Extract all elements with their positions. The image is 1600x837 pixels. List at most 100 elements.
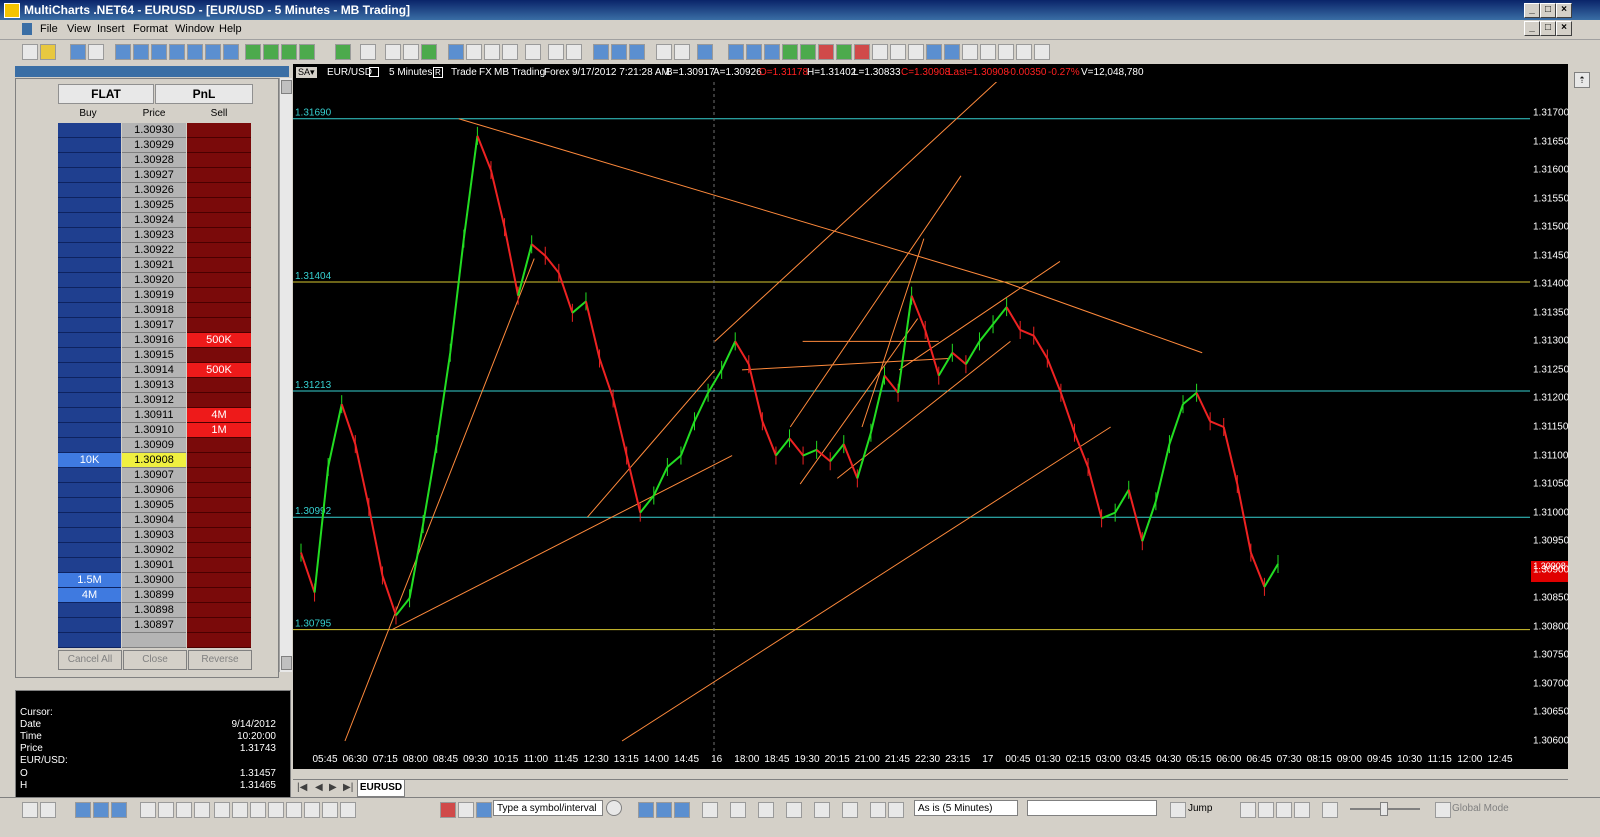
dom-buy-cell[interactable] <box>58 288 121 303</box>
dom-sell-cell[interactable] <box>187 483 251 498</box>
insert-study-icon[interactable] <box>245 44 261 60</box>
mdi-minimize-button[interactable]: _ <box>1524 21 1540 36</box>
zoom-out-icon[interactable] <box>611 44 627 60</box>
dom-buy-cell[interactable] <box>58 393 121 408</box>
dom-sell-cell[interactable] <box>187 603 251 618</box>
dom-buy-cell[interactable] <box>58 153 121 168</box>
yearly-chart-icon[interactable] <box>870 802 886 818</box>
trendline[interactable] <box>789 175 962 428</box>
dom-sell-cell[interactable] <box>187 543 251 558</box>
arc-tool-icon[interactable] <box>286 802 302 818</box>
range-chart-icon[interactable] <box>674 802 690 818</box>
dom-buy-cell[interactable] <box>58 318 121 333</box>
ray-tool-icon[interactable] <box>40 802 56 818</box>
minute-chart-icon[interactable] <box>702 802 718 818</box>
glasses-icon[interactable] <box>1016 44 1032 60</box>
dom-buy-cell[interactable] <box>58 198 121 213</box>
realtime-icon[interactable]: R <box>433 67 443 78</box>
menu-format[interactable]: Format <box>133 23 168 35</box>
dom-sell-cell[interactable] <box>187 228 251 243</box>
dom-buy-cell[interactable] <box>58 543 121 558</box>
delete-drawings-icon[interactable] <box>476 802 492 818</box>
menu-insert[interactable]: Insert <box>97 23 125 35</box>
compress-icon[interactable] <box>764 44 780 60</box>
gann-tool-icon[interactable] <box>111 802 127 818</box>
rectangle-tool-icon[interactable] <box>232 802 248 818</box>
dom-buy-cell[interactable] <box>58 228 121 243</box>
magnify-minus-icon[interactable] <box>944 44 960 60</box>
dom-buy-cell[interactable] <box>58 483 121 498</box>
trendline[interactable] <box>861 238 925 428</box>
dom-sell-cell[interactable]: 500K <box>187 333 251 348</box>
expand-icon[interactable] <box>782 44 798 60</box>
bar-chart-icon[interactable] <box>385 44 401 60</box>
optimize-icon[interactable] <box>335 44 351 60</box>
portfolio-icon[interactable] <box>187 44 203 60</box>
reverse-button[interactable]: Reverse <box>188 650 252 670</box>
scroll-left-icon[interactable] <box>728 44 744 60</box>
cycle-tool-icon[interactable] <box>214 802 230 818</box>
scroll-right-icon[interactable] <box>746 44 762 60</box>
cross-icon[interactable] <box>872 44 888 60</box>
tab-nav-first-icon[interactable]: |◀ <box>297 782 307 793</box>
dom-window-icon[interactable] <box>169 44 185 60</box>
scale-icon[interactable] <box>908 44 924 60</box>
trendline[interactable] <box>587 369 716 518</box>
dom-buy-cell[interactable]: 10K <box>58 453 121 468</box>
dom-buy-cell[interactable] <box>58 603 121 618</box>
dom-sell-cell[interactable] <box>187 393 251 408</box>
magnify-icon[interactable] <box>926 44 942 60</box>
trendline[interactable] <box>799 318 919 485</box>
menu-file[interactable]: File <box>40 23 58 35</box>
dom-sell-cell[interactable] <box>187 573 251 588</box>
dom-sell-cell[interactable] <box>187 273 251 288</box>
monthly-chart-icon[interactable] <box>814 802 830 818</box>
dom-sell-cell[interactable] <box>187 168 251 183</box>
fib-fan-icon[interactable] <box>158 802 174 818</box>
first-bar-icon[interactable] <box>1240 802 1256 818</box>
dom-sell-cell[interactable] <box>187 588 251 603</box>
dom-buy-cell[interactable] <box>58 183 121 198</box>
dom-buy-cell[interactable] <box>58 513 121 528</box>
insert-drawing-icon[interactable] <box>281 44 297 60</box>
open-folder-icon[interactable] <box>40 44 56 60</box>
hour-chart-icon[interactable] <box>730 802 746 818</box>
dom-sell-cell[interactable] <box>187 513 251 528</box>
dom-sell-cell[interactable] <box>187 183 251 198</box>
dom-sell-cell[interactable] <box>187 288 251 303</box>
status-menu-button[interactable]: SA▾ <box>296 67 317 78</box>
volume-chart-icon[interactable] <box>656 802 672 818</box>
speed-slider-thumb[interactable] <box>1380 802 1388 816</box>
mdi-restore-button[interactable]: □ <box>1540 21 1556 36</box>
text-icon[interactable] <box>502 44 518 60</box>
minimize-button[interactable]: _ <box>1524 3 1540 18</box>
dom-buy-cell[interactable]: 1.5M <box>58 573 121 588</box>
pin-icon[interactable]: ⇡ <box>1574 72 1590 88</box>
dom-buy-cell[interactable] <box>58 633 121 648</box>
dom-sell-cell[interactable]: 4M <box>187 408 251 423</box>
tile-icon[interactable] <box>697 44 713 60</box>
menu-help[interactable]: Help <box>219 23 242 35</box>
dom-buy-cell[interactable] <box>58 243 121 258</box>
chart-settings-icon[interactable] <box>525 44 541 60</box>
magnet-icon[interactable] <box>440 802 456 818</box>
zoom-fit-icon[interactable] <box>629 44 645 60</box>
arrow-down-tool-icon[interactable] <box>340 802 356 818</box>
dom-sell-cell[interactable] <box>187 303 251 318</box>
menu-window[interactable]: Window <box>175 23 214 35</box>
dom-buy-cell[interactable]: 4M <box>58 588 121 603</box>
dom-buy-cell[interactable] <box>58 273 121 288</box>
dom-sell-cell[interactable] <box>187 558 251 573</box>
layout-icon[interactable] <box>656 44 672 60</box>
dom-buy-cell[interactable] <box>58 138 121 153</box>
weekly-chart-icon[interactable] <box>786 802 802 818</box>
save-icon[interactable] <box>70 44 86 60</box>
line-tool-icon[interactable] <box>22 802 38 818</box>
scanner-icon[interactable] <box>151 44 167 60</box>
tab-pnl[interactable]: PnL <box>155 84 253 104</box>
dom-sell-cell[interactable] <box>187 123 251 138</box>
dom-buy-cell[interactable] <box>58 378 121 393</box>
mdi-close-button[interactable]: × <box>1556 21 1572 36</box>
dom-sell-cell[interactable] <box>187 348 251 363</box>
dom-buy-cell[interactable] <box>58 438 121 453</box>
